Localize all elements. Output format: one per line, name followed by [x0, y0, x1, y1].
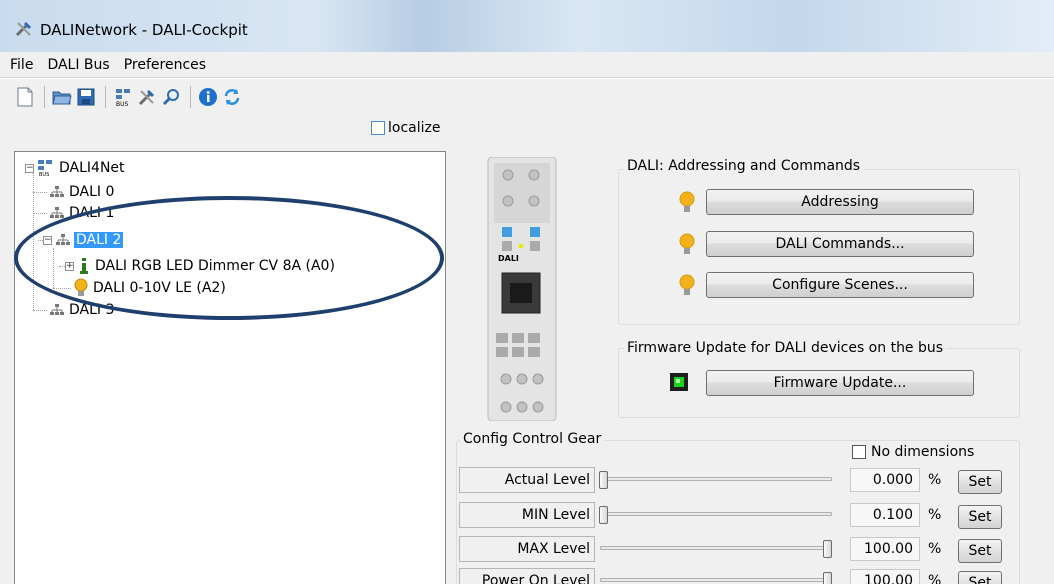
- power-on-level-value[interactable]: 100.00: [850, 569, 920, 584]
- config-group-title: Config Control Gear: [460, 431, 605, 447]
- collapse-icon[interactable]: −: [25, 163, 34, 173]
- device-label: DALI: [498, 254, 519, 263]
- power-on-level-unit: %: [928, 573, 942, 584]
- open-folder-icon[interactable]: [51, 86, 73, 108]
- toolbar-separator: [44, 86, 45, 108]
- tree-item-label: DALI 0: [69, 184, 115, 200]
- no-dimensions-label: No dimensions: [871, 444, 975, 460]
- toolbar: BUS: [0, 79, 1054, 115]
- tree-root-label: DALI4Net: [59, 160, 125, 176]
- bulb-icon: [679, 233, 695, 254]
- save-icon[interactable]: [75, 86, 97, 108]
- localize-checkbox[interactable]: localize: [371, 120, 440, 136]
- menu-dali-bus[interactable]: DALI Bus: [47, 57, 109, 73]
- min-level-slider[interactable]: [599, 506, 608, 524]
- tree-line: [33, 310, 47, 311]
- dali4net-device-image: DALI: [487, 157, 557, 421]
- bulb-icon: [679, 191, 695, 212]
- app-tools-icon: [15, 21, 32, 37]
- menu-file[interactable]: File: [10, 57, 33, 73]
- bus-network-icon: BUS: [38, 160, 52, 177]
- title-bar: DALINetwork - DALI-Cockpit: [0, 0, 1054, 52]
- network-node-icon: [50, 186, 64, 197]
- highlight-ellipse: [14, 196, 444, 320]
- chip-led-icon: [670, 373, 688, 391]
- search-icon[interactable]: [160, 86, 182, 108]
- no-dimensions-checkbox-box[interactable]: [852, 445, 866, 459]
- svg-text:BUS: BUS: [116, 101, 129, 107]
- min-level-track: [600, 512, 832, 516]
- max-level-slider[interactable]: [823, 540, 832, 558]
- power-on-level-slider[interactable]: [823, 572, 832, 584]
- actual-level-unit: %: [928, 472, 942, 488]
- power-on-level-label: Power On Level: [459, 568, 595, 584]
- window-title: DALINetwork - DALI-Cockpit: [40, 21, 248, 39]
- refresh-icon[interactable]: [221, 86, 243, 108]
- actual-level-value[interactable]: 0.000: [850, 468, 920, 492]
- max-level-label: MAX Level: [459, 536, 595, 562]
- tree-line: [33, 192, 47, 193]
- actual-level-label: Actual Level: [459, 467, 595, 493]
- min-level-value[interactable]: 0.100: [850, 503, 920, 527]
- network-node-icon: [50, 304, 64, 315]
- menu-bar: File DALI Bus Preferences: [0, 52, 1054, 78]
- no-dimensions-checkbox[interactable]: No dimensions: [852, 444, 974, 460]
- configure-scenes-button[interactable]: Configure Scenes...: [706, 272, 974, 298]
- tools-icon[interactable]: [136, 86, 158, 108]
- actual-level-slider[interactable]: [599, 471, 608, 489]
- svg-text:BUS: BUS: [39, 172, 49, 177]
- bulb-icon: [679, 274, 695, 295]
- min-level-unit: %: [928, 507, 942, 523]
- min-level-label: MIN Level: [459, 502, 595, 528]
- addressing-button[interactable]: Addressing: [706, 189, 974, 215]
- firmware-update-button[interactable]: Firmware Update...: [706, 370, 974, 396]
- power-on-level-set-button[interactable]: Set: [958, 571, 1002, 584]
- localize-label: localize: [388, 120, 441, 136]
- max-level-value[interactable]: 100.00: [850, 537, 920, 561]
- toolbar-separator: [105, 86, 106, 108]
- info-icon[interactable]: [197, 86, 219, 108]
- addressing-group-title: DALI: Addressing and Commands: [624, 158, 864, 174]
- bus-icon[interactable]: BUS: [112, 86, 134, 108]
- new-file-icon[interactable]: [14, 86, 36, 108]
- max-level-unit: %: [928, 541, 942, 557]
- max-level-track: [600, 546, 832, 550]
- menu-preferences[interactable]: Preferences: [124, 57, 206, 73]
- power-on-level-track: [600, 578, 832, 582]
- tree-root[interactable]: − BUS DALI4Net: [25, 158, 125, 178]
- dali-commands-button[interactable]: DALI Commands...: [706, 231, 974, 257]
- actual-level-track: [600, 477, 832, 481]
- toolbar-separator: [190, 86, 191, 108]
- localize-checkbox-box[interactable]: [371, 121, 385, 135]
- min-level-set-button[interactable]: Set: [958, 505, 1002, 529]
- firmware-group-title: Firmware Update for DALI devices on the …: [624, 340, 947, 356]
- max-level-set-button[interactable]: Set: [958, 539, 1002, 563]
- tree-line: [33, 213, 47, 214]
- actual-level-set-button[interactable]: Set: [958, 470, 1002, 494]
- tree-item-dali0[interactable]: DALI 0: [49, 182, 114, 202]
